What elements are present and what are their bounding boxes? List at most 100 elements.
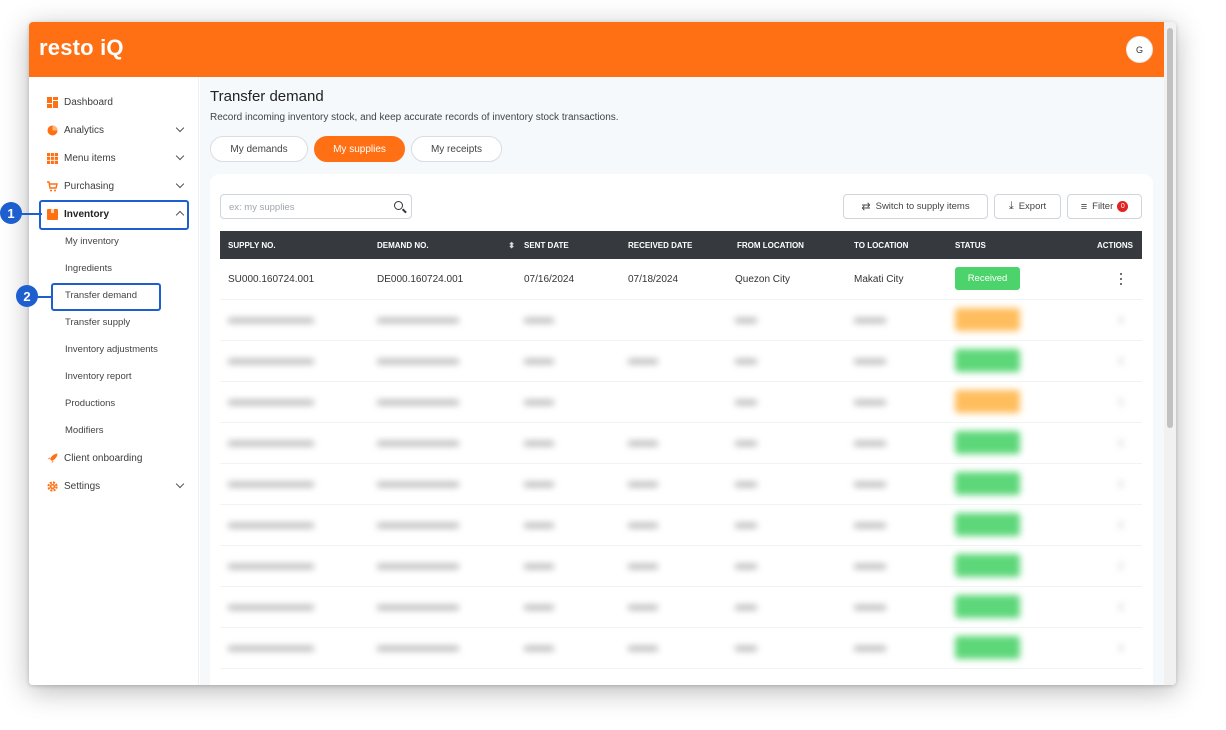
top-bar: resto iQ G bbox=[29, 22, 1164, 77]
blurred-cell bbox=[735, 605, 757, 610]
sidebar-item-dashboard[interactable]: Dashboard bbox=[39, 89, 189, 115]
page-scrollbar[interactable] bbox=[1164, 22, 1176, 685]
row-actions-menu-icon[interactable] bbox=[1120, 480, 1122, 488]
app-logo[interactable]: resto iQ bbox=[39, 35, 124, 61]
sidebar-item-label: Menu items bbox=[64, 152, 116, 164]
pie-chart-icon bbox=[47, 125, 58, 136]
table-row[interactable]: SU000.160724.001 DE000.160724.001 07/16/… bbox=[220, 259, 1142, 300]
supplies-card: ⇄ Switch to supply items ⤓ Export ≡ Filt… bbox=[210, 174, 1153, 685]
status-badge bbox=[955, 472, 1020, 495]
table-header: SUPPLY NO. DEMAND NO. ⬍ SENT DATE RECEIV… bbox=[220, 231, 1142, 259]
search-icon[interactable] bbox=[394, 201, 403, 210]
table-row[interactable] bbox=[220, 587, 1142, 628]
blurred-cell bbox=[524, 359, 554, 364]
blurred-cell bbox=[377, 646, 459, 651]
blurred-cell bbox=[377, 441, 459, 446]
table-row[interactable] bbox=[220, 628, 1142, 669]
tab-my-supplies[interactable]: My supplies bbox=[314, 136, 405, 162]
avatar[interactable]: G bbox=[1126, 36, 1153, 63]
col-from-location[interactable]: FROM LOCATION bbox=[737, 231, 804, 259]
export-button-label: Export bbox=[1018, 201, 1047, 212]
status-badge bbox=[955, 554, 1020, 577]
blurred-cell bbox=[628, 523, 658, 528]
col-to-location[interactable]: TO LOCATION bbox=[854, 231, 908, 259]
row-actions-menu-icon[interactable] bbox=[1120, 562, 1122, 570]
blurred-cell bbox=[377, 523, 459, 528]
cart-icon bbox=[47, 180, 58, 192]
blurred-cell bbox=[524, 318, 554, 323]
export-button[interactable]: ⤓ Export bbox=[994, 194, 1061, 219]
sidebar-subitem-inventory-report[interactable]: Inventory report bbox=[65, 367, 132, 385]
sidebar-subitem-ingredients[interactable]: Ingredients bbox=[65, 259, 112, 277]
blurred-cell bbox=[628, 359, 658, 364]
filter-button[interactable]: ≡ Filter 0 bbox=[1067, 194, 1142, 219]
sidebar-subitem-productions[interactable]: Productions bbox=[65, 394, 115, 412]
blurred-cell bbox=[735, 441, 757, 446]
chevron-down-icon bbox=[175, 151, 185, 161]
table-row[interactable] bbox=[220, 341, 1142, 382]
table-row[interactable] bbox=[220, 300, 1142, 341]
tab-my-demands[interactable]: My demands bbox=[210, 136, 308, 162]
app-window: resto iQ G Dashboard Analytics Menu item… bbox=[29, 22, 1176, 685]
row-actions-menu-icon[interactable] bbox=[1120, 644, 1122, 652]
row-actions-menu-icon[interactable] bbox=[1120, 316, 1122, 324]
row-actions-menu-icon[interactable] bbox=[1120, 398, 1122, 406]
sidebar: Dashboard Analytics Menu items Purchasin… bbox=[29, 77, 199, 685]
blurred-cell bbox=[854, 646, 886, 651]
scrollbar-thumb[interactable] bbox=[1167, 28, 1173, 428]
sidebar-subitem-inventory-adjustments[interactable]: Inventory adjustments bbox=[65, 340, 158, 358]
col-supply-no[interactable]: SUPPLY NO. bbox=[228, 231, 276, 259]
row-actions-menu-icon[interactable] bbox=[1120, 521, 1122, 529]
blurred-cell bbox=[524, 646, 554, 651]
swap-icon: ⇄ bbox=[861, 201, 871, 213]
sidebar-item-client-onboarding[interactable]: Client onboarding bbox=[39, 445, 189, 471]
blurred-cell bbox=[228, 482, 314, 487]
blurred-cell bbox=[228, 523, 314, 528]
sidebar-item-settings[interactable]: Settings bbox=[39, 473, 189, 499]
received-date: 07/18/2024 bbox=[628, 274, 679, 285]
col-demand-no[interactable]: DEMAND NO. ⬍ bbox=[377, 231, 515, 259]
status-badge: Received bbox=[955, 267, 1020, 290]
row-actions-menu-icon[interactable] bbox=[1117, 273, 1125, 285]
table-row[interactable] bbox=[220, 423, 1142, 464]
blurred-cell bbox=[228, 318, 314, 323]
filter-count-badge: 0 bbox=[1117, 201, 1129, 212]
table-row[interactable] bbox=[220, 464, 1142, 505]
tab-my-receipts[interactable]: My receipts bbox=[411, 136, 502, 162]
sidebar-item-menu-items[interactable]: Menu items bbox=[39, 145, 189, 171]
col-demand-no-label: DEMAND NO. bbox=[377, 240, 429, 250]
main-content: Transfer demand Record incoming inventor… bbox=[200, 77, 1164, 685]
sidebar-subitem-modifiers[interactable]: Modifiers bbox=[65, 421, 104, 439]
table-row[interactable] bbox=[220, 505, 1142, 546]
blurred-cell bbox=[735, 318, 757, 323]
col-sent-date[interactable]: SENT DATE bbox=[524, 231, 569, 259]
chevron-down-icon bbox=[175, 479, 185, 489]
table-row[interactable] bbox=[220, 382, 1142, 423]
col-status[interactable]: STATUS bbox=[955, 231, 986, 259]
download-icon: ⤓ bbox=[1008, 200, 1014, 212]
row-actions-menu-icon[interactable] bbox=[1120, 603, 1122, 611]
blurred-cell bbox=[735, 523, 757, 528]
blurred-cell bbox=[228, 441, 314, 446]
search-input[interactable] bbox=[229, 199, 389, 215]
sidebar-subitem-my-inventory[interactable]: My inventory bbox=[65, 232, 119, 250]
sidebar-item-label: Purchasing bbox=[64, 180, 115, 192]
blurred-cell bbox=[377, 359, 459, 364]
sidebar-item-analytics[interactable]: Analytics bbox=[39, 117, 189, 143]
sidebar-item-label: Analytics bbox=[64, 124, 105, 136]
col-received-date[interactable]: RECEIVED DATE bbox=[628, 231, 692, 259]
blurred-cell bbox=[628, 482, 658, 487]
row-actions-menu-icon[interactable] bbox=[1120, 357, 1122, 365]
row-actions-menu-icon[interactable] bbox=[1120, 439, 1122, 447]
filter-button-label: Filter bbox=[1092, 201, 1114, 212]
page-title: Transfer demand bbox=[210, 88, 324, 105]
sidebar-subitem-transfer-supply[interactable]: Transfer supply bbox=[65, 313, 130, 331]
blurred-cell bbox=[854, 400, 886, 405]
sidebar-item-label: Client onboarding bbox=[64, 452, 143, 464]
switch-to-supply-items-button[interactable]: ⇄ Switch to supply items bbox=[843, 194, 988, 219]
table-row[interactable] bbox=[220, 546, 1142, 587]
sidebar-item-purchasing[interactable]: Purchasing bbox=[39, 173, 189, 199]
blurred-cell bbox=[854, 318, 886, 323]
sort-icon[interactable]: ⬍ bbox=[508, 241, 515, 250]
filter-icon: ≡ bbox=[1080, 200, 1088, 213]
